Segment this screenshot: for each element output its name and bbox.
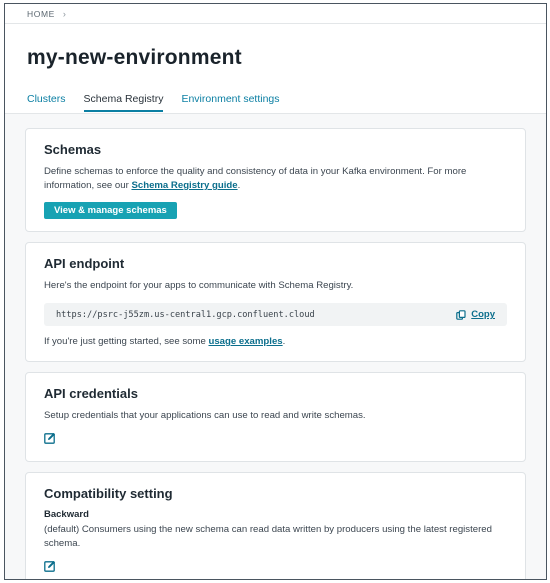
page-header: my-new-environment Clusters Schema Regis…: [5, 24, 546, 112]
usage-hint: If you're just getting started, see some…: [44, 335, 507, 349]
copy-button[interactable]: Copy: [456, 309, 495, 320]
usage-examples-link[interactable]: usage examples: [208, 336, 282, 347]
api-endpoint-description: Here's the endpoint for your apps to com…: [44, 280, 354, 291]
endpoint-url[interactable]: https://psrc-j55zm.us-central1.gcp.confl…: [56, 310, 315, 320]
api-credentials-description: Setup credentials that your applications…: [44, 410, 366, 421]
schemas-card: Schemas Define schemas to enforce the qu…: [25, 128, 526, 232]
view-manage-schemas-button[interactable]: View & manage schemas: [44, 202, 177, 219]
breadcrumb-home[interactable]: HOME: [27, 9, 55, 19]
copy-icon: [456, 309, 466, 320]
tab-environment-settings[interactable]: Environment settings: [181, 93, 279, 112]
usage-hint-end: .: [282, 336, 286, 347]
schemas-description: Define schemas to enforce the quality an…: [44, 165, 507, 193]
app-frame: HOME › my-new-environment Clusters Schem…: [4, 3, 547, 580]
endpoint-url-box: https://psrc-j55zm.us-central1.gcp.confl…: [44, 303, 507, 326]
schemas-title: Schemas: [44, 142, 102, 157]
compatibility-title: Compatibility setting: [44, 486, 173, 501]
copy-label: Copy: [471, 309, 495, 320]
edit-icon[interactable]: [44, 560, 56, 572]
usage-hint-text: If you're just getting started, see some: [44, 336, 206, 347]
schemas-description-text: Define schemas to enforce the quality an…: [44, 166, 467, 191]
compatibility-description: (default) Consumers using the new schema…: [44, 524, 492, 549]
schemas-description-end: .: [237, 180, 241, 191]
tabs-divider: [5, 113, 546, 114]
api-endpoint-title: API endpoint: [44, 256, 125, 271]
main-content: Schemas Define schemas to enforce the qu…: [5, 113, 546, 579]
compatibility-mode: Backward: [44, 509, 89, 520]
breadcrumb: HOME ›: [5, 4, 546, 24]
api-endpoint-card: API endpoint Here's the endpoint for you…: [25, 242, 526, 362]
tab-clusters[interactable]: Clusters: [27, 93, 66, 112]
edit-icon[interactable]: [44, 432, 56, 444]
api-credentials-card: API credentials Setup credentials that y…: [25, 372, 526, 462]
api-credentials-title: API credentials: [44, 386, 138, 401]
tab-bar: Clusters Schema Registry Environment set…: [27, 93, 546, 112]
page-title: my-new-environment: [27, 46, 242, 69]
tab-schema-registry[interactable]: Schema Registry: [83, 93, 164, 112]
compatibility-card: Compatibility setting Backward (default)…: [25, 472, 526, 579]
breadcrumb-separator: ›: [62, 8, 67, 19]
schema-registry-guide-link[interactable]: Schema Registry guide: [131, 180, 237, 191]
